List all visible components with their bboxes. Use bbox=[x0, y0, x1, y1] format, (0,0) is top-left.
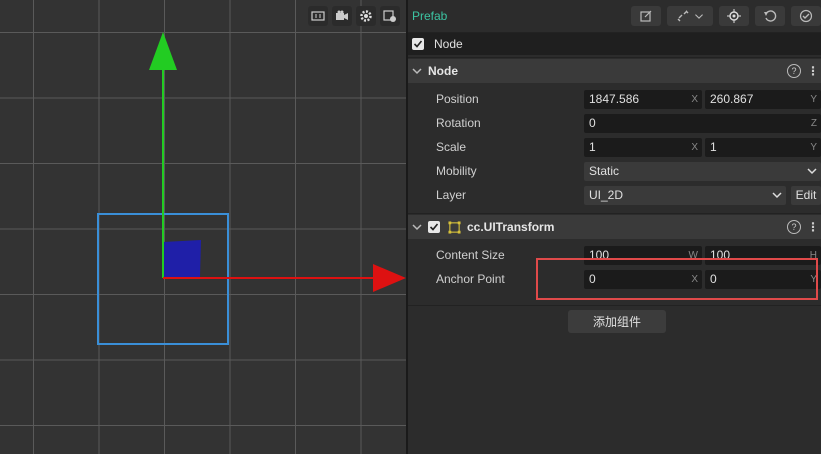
inspector-panel: Prefab Node Node ? ⋮ Position 1847.586 X… bbox=[408, 0, 821, 454]
layer-edit-button[interactable]: Edit bbox=[791, 185, 821, 205]
add-component-button[interactable]: 添加组件 bbox=[568, 310, 666, 333]
scale-x-input[interactable]: 1X bbox=[584, 137, 702, 157]
node-section-title: Node bbox=[428, 64, 458, 78]
scale-label: Scale bbox=[436, 140, 467, 154]
help-icon[interactable]: ? bbox=[787, 64, 801, 78]
position-x-input[interactable]: 1847.586 X bbox=[584, 89, 702, 109]
chevron-down-icon bbox=[807, 168, 817, 175]
scene-settings-icon[interactable] bbox=[380, 6, 400, 26]
more-options-icon[interactable]: ⋮ bbox=[807, 220, 819, 234]
y-axis-arrow[interactable] bbox=[149, 32, 177, 70]
rotation-z-input[interactable]: 0Z bbox=[584, 113, 821, 133]
apply-icon[interactable] bbox=[791, 6, 821, 26]
edit-prefab-icon[interactable] bbox=[631, 6, 661, 26]
position-label: Position bbox=[436, 92, 479, 106]
layer-label: Layer bbox=[436, 188, 467, 202]
x-axis-arrow[interactable] bbox=[373, 264, 406, 292]
gear-icon[interactable] bbox=[356, 6, 376, 26]
rotation-row: Rotation 0Z bbox=[408, 111, 821, 135]
uitransform-icon bbox=[448, 220, 461, 234]
uitransform-section-title: cc.UITransform bbox=[467, 220, 555, 234]
chevron-down-icon[interactable] bbox=[412, 66, 422, 76]
uitransform-section-header[interactable]: cc.UITransform ? ⋮ bbox=[408, 215, 821, 239]
revert-icon[interactable] bbox=[755, 6, 785, 26]
help-icon[interactable]: ? bbox=[787, 220, 801, 234]
node-name-row: Node bbox=[408, 33, 821, 55]
locate-icon[interactable] bbox=[719, 6, 749, 26]
node-active-checkbox[interactable] bbox=[412, 38, 424, 50]
layer-row: Layer UI_2D Edit bbox=[408, 183, 821, 207]
rotation-label: Rotation bbox=[436, 116, 481, 130]
scene-toolbar bbox=[308, 6, 400, 26]
inspector-header: Prefab bbox=[408, 0, 821, 33]
header-buttons bbox=[631, 6, 821, 26]
chevron-down-icon bbox=[772, 192, 782, 199]
uitransform-enabled-checkbox[interactable] bbox=[428, 221, 440, 233]
prefab-label[interactable]: Prefab bbox=[412, 9, 447, 23]
node-section-header[interactable]: Node ? ⋮ bbox=[408, 59, 821, 83]
mobility-select[interactable]: Static bbox=[584, 161, 821, 181]
layer-select[interactable]: UI_2D bbox=[584, 185, 786, 205]
camera-icon[interactable] bbox=[332, 6, 352, 26]
mobility-row: Mobility Static bbox=[408, 159, 821, 183]
scale-row: Scale 1X 1Y bbox=[408, 135, 821, 159]
frame-icon[interactable] bbox=[308, 6, 328, 26]
unlink-prefab-dropdown[interactable] bbox=[667, 6, 713, 26]
mobility-label: Mobility bbox=[436, 164, 477, 178]
content-size-label: Content Size bbox=[436, 248, 505, 262]
anchor-point-label: Anchor Point bbox=[436, 272, 505, 286]
node-name-field[interactable]: Node bbox=[434, 37, 463, 51]
scale-y-input[interactable]: 1Y bbox=[705, 137, 821, 157]
position-y-input[interactable]: 260.867 Y bbox=[705, 89, 821, 109]
sprite-square[interactable] bbox=[163, 240, 201, 278]
scene-view[interactable] bbox=[0, 0, 406, 454]
scene-gizmo-layer bbox=[97, 32, 406, 345]
more-options-icon[interactable]: ⋮ bbox=[807, 64, 819, 78]
annotation-highlight-box bbox=[536, 258, 818, 300]
chevron-down-icon[interactable] bbox=[412, 222, 422, 232]
position-row: Position 1847.586 X 260.867 Y bbox=[408, 87, 821, 111]
